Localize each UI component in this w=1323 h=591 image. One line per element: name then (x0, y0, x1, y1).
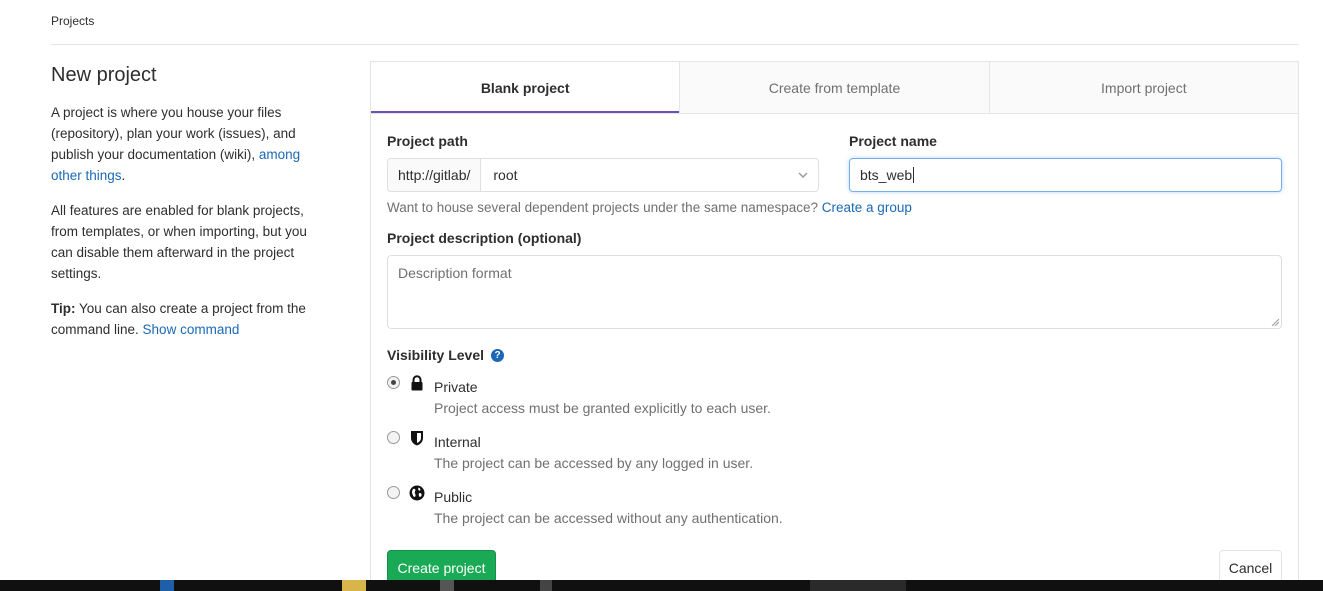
description-label: Project description (optional) (387, 230, 582, 246)
os-taskbar (0, 580, 1323, 591)
project-path-group: http://gitlab/ root (387, 158, 819, 192)
tab-import-project[interactable]: Import project (988, 62, 1298, 113)
show-command-link[interactable]: Show command (143, 322, 240, 337)
create-group-link[interactable]: Create a group (822, 200, 912, 215)
namespace-value: root (493, 167, 518, 183)
intro-text-end: . (121, 168, 126, 183)
shield-icon (411, 431, 423, 446)
tip-paragraph: Tip: You can also create a project from … (51, 298, 331, 340)
visibility-option-public[interactable]: Public The project can be accessed witho… (387, 485, 987, 529)
lock-icon (411, 375, 423, 391)
visibility-level-label: Visibility Level ? (387, 347, 505, 363)
internal-radio[interactable] (387, 431, 400, 444)
globe-icon (409, 485, 425, 501)
taskbar-app-icon[interactable] (160, 580, 174, 591)
taskbar-app-icon[interactable] (440, 580, 454, 591)
private-radio[interactable] (387, 376, 400, 389)
page-title: New project (51, 64, 157, 86)
internal-title: Internal (434, 434, 481, 450)
project-tabs: Blank project Create from template Impor… (371, 62, 1298, 114)
description-placeholder: Description format (398, 265, 512, 281)
public-radio[interactable] (387, 486, 400, 499)
new-project-panel: Blank project Create from template Impor… (370, 61, 1299, 591)
project-description-textarea[interactable]: Description format (387, 255, 1282, 329)
tab-create-from-template[interactable]: Create from template (679, 62, 988, 113)
intro-paragraph: A project is where you house your files … (51, 102, 331, 186)
namespace-select[interactable]: root (481, 159, 818, 191)
private-title: Private (434, 379, 478, 395)
visibility-option-internal[interactable]: Internal The project can be accessed by … (387, 430, 987, 474)
question-icon[interactable]: ? (491, 348, 505, 362)
project-name-value: bts_web (860, 167, 913, 183)
chevron-down-icon (798, 172, 808, 178)
features-paragraph: All features are enabled for blank proje… (51, 203, 307, 281)
visibility-option-private[interactable]: Private Project access must be granted e… (387, 375, 987, 419)
text-caret (913, 167, 915, 183)
project-path-label: Project path (387, 133, 468, 149)
project-name-input[interactable]: bts_web (849, 158, 1282, 192)
internal-description: The project can be accessed by any logge… (434, 455, 754, 471)
hint-text: Want to house several dependent projects… (387, 200, 822, 215)
taskbar-app-icon[interactable] (342, 580, 366, 591)
tab-blank-project[interactable]: Blank project (371, 62, 680, 113)
public-description: The project can be accessed without any … (434, 510, 783, 526)
visibility-label-text: Visibility Level (387, 347, 485, 363)
taskbar-active-app[interactable] (810, 580, 906, 591)
private-description: Project access must be granted explicitl… (434, 400, 771, 416)
intro-column: New project A project is where you house… (51, 62, 331, 354)
tip-label: Tip: (51, 301, 76, 316)
resize-handle-icon[interactable] (1271, 318, 1279, 326)
project-name-label: Project name (849, 133, 937, 149)
breadcrumb[interactable]: Projects (51, 14, 94, 28)
taskbar-app-icon[interactable] (540, 580, 552, 591)
top-divider (51, 44, 1299, 45)
public-title: Public (434, 489, 473, 505)
path-prefix: http://gitlab/ (388, 159, 482, 191)
namespace-hint: Want to house several dependent projects… (387, 200, 912, 215)
